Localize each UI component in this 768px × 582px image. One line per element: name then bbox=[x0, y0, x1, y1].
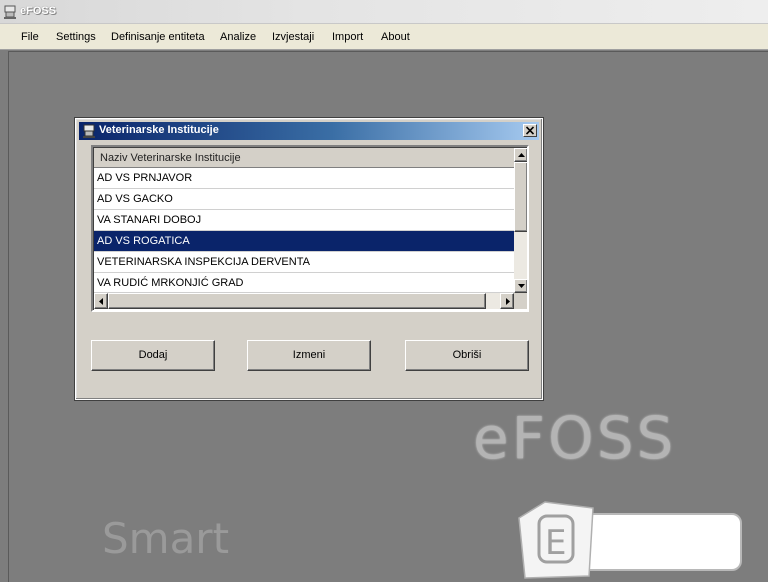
menu-analize[interactable]: Analize bbox=[220, 31, 256, 43]
row-label: AD VS GACKO bbox=[97, 193, 173, 205]
app-icon bbox=[83, 124, 95, 138]
vertical-scrollbar[interactable] bbox=[514, 148, 527, 293]
table-row-selected[interactable]: AD VS ROGATICA bbox=[94, 231, 514, 252]
delete-button[interactable]: Obriši bbox=[405, 340, 529, 371]
app-title-bar[interactable]: eFOSS bbox=[0, 0, 768, 24]
close-button[interactable] bbox=[523, 124, 537, 137]
table-row[interactable]: VA RUDIĆ MRKONJIĆ GRAD bbox=[94, 273, 514, 293]
horizontal-scroll-thumb[interactable] bbox=[108, 293, 486, 309]
esmart-badge-letter: E bbox=[545, 523, 566, 563]
column-header-label: Naziv Veterinarske Institucije bbox=[100, 152, 241, 164]
close-icon bbox=[526, 126, 534, 135]
app-title: eFOSS bbox=[20, 5, 57, 17]
table-row[interactable]: AD VS GACKO bbox=[94, 189, 514, 210]
efoss-logo: eFOSS bbox=[473, 404, 677, 472]
row-label: VA STANARI DOBOJ bbox=[97, 214, 202, 226]
institutions-grid[interactable]: Naziv Veterinarske Institucije AD VS PRN… bbox=[91, 145, 529, 312]
row-label: VETERINARSKA INSPEKCIJA DERVENTA bbox=[97, 256, 310, 268]
esmart-text: Smart bbox=[102, 514, 230, 563]
scroll-left-button[interactable] bbox=[94, 293, 108, 309]
menu-izvjestaji[interactable]: Izvjestaji bbox=[272, 31, 314, 43]
menu-about[interactable]: About bbox=[381, 31, 410, 43]
scroll-down-button[interactable] bbox=[514, 279, 527, 293]
chevron-down-icon bbox=[518, 284, 525, 288]
scroll-up-button[interactable] bbox=[514, 148, 527, 162]
menu-bar: File Settings Definisanje entiteta Anali… bbox=[0, 24, 768, 50]
chevron-up-icon bbox=[518, 153, 525, 157]
dialog-title-bar[interactable]: Veterinarske Institucije bbox=[79, 122, 539, 140]
table-row[interactable]: VA STANARI DOBOJ bbox=[94, 210, 514, 231]
horizontal-scrollbar[interactable] bbox=[94, 293, 514, 309]
row-label: AD VS ROGATICA bbox=[97, 235, 190, 247]
table-row[interactable]: AD VS PRNJAVOR bbox=[94, 168, 514, 189]
chevron-right-icon bbox=[506, 298, 510, 305]
esmart-logo: E bbox=[518, 501, 742, 579]
menu-import[interactable]: Import bbox=[332, 31, 363, 43]
edit-button[interactable]: Izmeni bbox=[247, 340, 371, 371]
menu-file[interactable]: File bbox=[21, 31, 39, 43]
menu-settings[interactable]: Settings bbox=[56, 31, 96, 43]
chevron-left-icon bbox=[99, 298, 103, 305]
row-label: AD VS PRNJAVOR bbox=[97, 172, 193, 184]
column-header[interactable]: Naziv Veterinarske Institucije bbox=[94, 148, 514, 168]
dialog-title: Veterinarske Institucije bbox=[99, 124, 219, 136]
add-button[interactable]: Dodaj bbox=[91, 340, 215, 371]
row-label: VA RUDIĆ MRKONJIĆ GRAD bbox=[97, 277, 244, 289]
vertical-scroll-thumb[interactable] bbox=[514, 162, 527, 232]
table-row[interactable]: VETERINARSKA INSPEKCIJA DERVENTA bbox=[94, 252, 514, 273]
menu-definisanje-entiteta[interactable]: Definisanje entiteta bbox=[111, 31, 205, 43]
app-icon bbox=[4, 5, 16, 19]
scroll-right-button[interactable] bbox=[500, 293, 514, 309]
scrollbar-corner bbox=[514, 293, 527, 309]
veterinarske-institucije-dialog: Veterinarske Institucije Naziv Veterinar… bbox=[74, 117, 544, 401]
